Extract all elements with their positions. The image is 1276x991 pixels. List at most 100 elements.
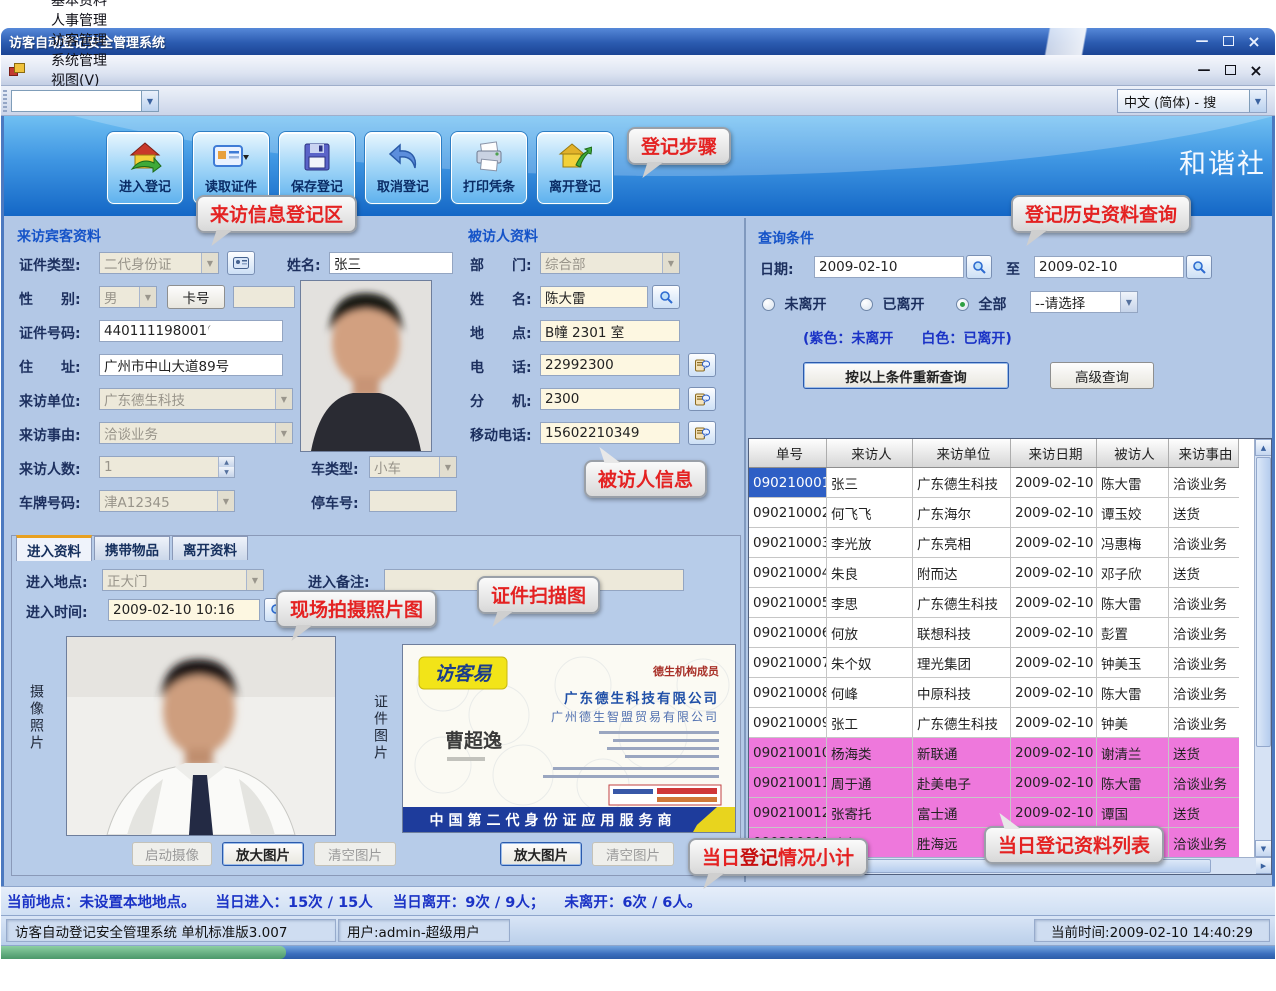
visited-name-input[interactable]: 陈大雷 <box>540 286 648 308</box>
table-header-cell[interactable]: 被访人 <box>1097 439 1169 467</box>
clear-photo-button[interactable]: 清空图片 <box>314 842 396 866</box>
table-row[interactable]: 090210008何峰中原科技2009-02-10陈大雷洽谈业务 <box>749 678 1239 708</box>
print-slip-button[interactable]: 打印凭条 <box>451 132 527 204</box>
phone-input[interactable]: 22992300 <box>540 354 680 376</box>
quick-select-combobox[interactable]: ▼ <box>11 90 159 112</box>
visit-unit-select[interactable]: 广东德生科技 ▼ <box>99 388 293 410</box>
tab-carried-items[interactable]: 携带物品 <box>94 536 170 560</box>
ext-input[interactable]: 2300 <box>540 388 680 410</box>
tab-enter-info[interactable]: 进入资料 <box>16 535 92 561</box>
id-card-reader-button[interactable] <box>227 251 255 275</box>
dial-phone-button[interactable] <box>688 353 716 377</box>
cancel-register-button[interactable]: 取消登记 <box>365 132 441 204</box>
table-row[interactable]: 090210007朱个奴理光集团2009-02-10钟美玉洽谈业务 <box>749 648 1239 678</box>
ext-label: 分 机: <box>470 391 532 411</box>
scroll-up-icon[interactable]: ▲ <box>1255 439 1272 456</box>
visit-reason-select[interactable]: 洽谈业务 ▼ <box>99 422 293 444</box>
requery-button[interactable]: 按以上条件重新查询 <box>803 362 1009 389</box>
save-register-button[interactable]: 保存登记 <box>279 132 355 204</box>
advanced-query-button[interactable]: 高级查询 <box>1050 362 1154 389</box>
tab-leave-info[interactable]: 离开资料 <box>172 536 248 560</box>
parking-input[interactable] <box>369 490 457 512</box>
visitor-name-input[interactable]: 张三 <box>329 252 453 274</box>
address-input[interactable]: 广州市中山大道89号 <box>99 354 283 376</box>
zoom-card-button[interactable]: 放大图片 <box>500 842 582 866</box>
scrollbar-thumb[interactable] <box>1256 457 1271 747</box>
table-row[interactable]: 090210011周于通赴美电子2009-02-10陈大雷洽谈业务 <box>749 768 1239 798</box>
table-row[interactable]: 090210012张寄托富士通2009-02-10谭国送货 <box>749 798 1239 828</box>
table-row[interactable]: 090210010杨海类新联通2009-02-10谢清兰送货 <box>749 738 1239 768</box>
table-cell: 谢清兰 <box>1097 738 1169 767</box>
table-row[interactable]: 090210005李思广东德生科技2009-02-10陈大雷洽谈业务 <box>749 588 1239 618</box>
table-header-cell[interactable]: 来访日期 <box>1011 439 1097 467</box>
spin-up-icon[interactable]: ▲ <box>219 457 234 467</box>
date-to-picker-button[interactable] <box>1186 255 1212 279</box>
language-bar[interactable]: 中文 (简体) - 搜 ▼ <box>1117 89 1267 113</box>
table-row[interactable]: 090210009张工广东德生科技2009-02-10钟美洽谈业务 <box>749 708 1239 738</box>
vertical-scrollbar[interactable]: ▲ ▼ ▶ <box>1254 439 1271 874</box>
read-card-button[interactable]: 读取证件 <box>193 132 269 204</box>
clear-card-button[interactable]: 清空图片 <box>592 842 674 866</box>
chevron-down-icon[interactable]: ▼ <box>1249 90 1266 112</box>
scroll-down-icon[interactable]: ▼ <box>1255 840 1272 857</box>
date-from-input[interactable]: 2009-02-10 <box>814 256 964 278</box>
mobile-input[interactable]: 15602210349 <box>540 422 680 444</box>
plate-select[interactable]: 津A12345 ▼ <box>99 490 235 512</box>
car-type-select[interactable]: 小车 ▼ <box>369 456 457 478</box>
dept-select[interactable]: 综合部 ▼ <box>540 252 680 274</box>
radio-left[interactable]: 已离开 <box>860 294 924 314</box>
dial-ext-button[interactable] <box>688 387 716 411</box>
table-cell: 090210005 <box>749 588 827 617</box>
close-icon[interactable]: × <box>1243 32 1265 50</box>
chevron-down-icon[interactable]: ▼ <box>141 91 158 111</box>
table-row[interactable]: 090210002何飞飞广东海尔2009-02-10谭玉姣送货 <box>749 498 1239 528</box>
menu-item-1[interactable]: 人事管理 <box>37 10 121 30</box>
menu-item-0[interactable]: 基本资料 <box>37 0 121 10</box>
card-number-input[interactable] <box>233 286 295 308</box>
table-header-cell[interactable]: 来访人 <box>827 439 913 467</box>
table-row[interactable]: 090210006何放联想科技2009-02-10彭置洽谈业务 <box>749 618 1239 648</box>
table-header-cell[interactable]: 单号 <box>749 439 827 467</box>
current-location-text: 当前地点：未设置本地地点。 <box>7 891 196 912</box>
date-from-picker-button[interactable] <box>966 255 992 279</box>
gender-select[interactable]: 男 ▼ <box>99 286 157 308</box>
camera-photo-label: 摄像照片 <box>26 684 46 752</box>
app-version-panel: 访客自动登记安全管理系统 单机标准版3.007 <box>6 919 336 942</box>
mdi-restore-icon[interactable] <box>1219 61 1241 79</box>
visitor-count-stepper[interactable]: 1 ▲▼ <box>99 456 235 478</box>
table-header-cell[interactable]: 来访事由 <box>1169 439 1239 467</box>
radio-not-left[interactable]: 未离开 <box>762 294 826 314</box>
enter-register-button[interactable]: 进入登记 <box>107 132 183 204</box>
chevron-down-icon: ▼ <box>275 423 292 443</box>
zoom-photo-button[interactable]: 放大图片 <box>222 842 304 866</box>
restore-icon[interactable] <box>1217 32 1239 50</box>
table-row[interactable]: 090210001张三广东德生科技2009-02-10陈大雷洽谈业务 <box>749 468 1239 498</box>
mdi-minimize-icon[interactable]: — <box>1193 61 1215 79</box>
table-header-cell[interactable]: 来访单位 <box>913 439 1011 467</box>
search-person-button[interactable] <box>652 285 680 309</box>
table-row[interactable]: 090210004朱良附而达2009-02-10邓子欣送货 <box>749 558 1239 588</box>
dial-mobile-button[interactable] <box>688 421 716 445</box>
table-cell: 090210010 <box>749 738 827 767</box>
radio-all[interactable]: 全部 <box>956 294 1006 314</box>
menu-item-3[interactable]: 系统管理 <box>37 50 121 70</box>
menu-item-2[interactable]: 访客管理 <box>37 30 121 50</box>
leave-register-button[interactable]: 离开登记 <box>537 132 613 204</box>
enter-time-input[interactable]: 2009-02-10 10:16 <box>108 599 260 621</box>
date-to-input[interactable]: 2009-02-10 <box>1034 256 1184 278</box>
card-number-button[interactable]: 卡号 <box>167 285 225 309</box>
minimize-icon[interactable]: — <box>1191 32 1213 50</box>
mdi-close-icon[interactable]: × <box>1245 61 1267 79</box>
start-camera-button[interactable]: 启动摄像 <box>132 842 212 866</box>
scroll-right-icon[interactable]: ▶ <box>1255 857 1272 874</box>
cert-type-select[interactable]: 二代身份证 ▼ <box>99 252 219 274</box>
status-filter-select[interactable]: --请选择 ▼ <box>1030 291 1138 313</box>
card-member-text: 德生机构成员 <box>652 664 719 678</box>
table-row[interactable]: 090210003李光放广东亮相2009-02-10冯惠梅洽谈业务 <box>749 528 1239 558</box>
table-cell: 陈大雷 <box>1097 468 1169 497</box>
place-input[interactable]: B幢 2301 室 <box>540 320 680 342</box>
enter-place-select[interactable]: 正大门 ▼ <box>102 569 264 591</box>
spin-down-icon[interactable]: ▼ <box>219 467 234 477</box>
cert-no-input[interactable]: 4401111980010 <box>99 320 283 342</box>
toolbar-grip[interactable] <box>3 90 7 112</box>
